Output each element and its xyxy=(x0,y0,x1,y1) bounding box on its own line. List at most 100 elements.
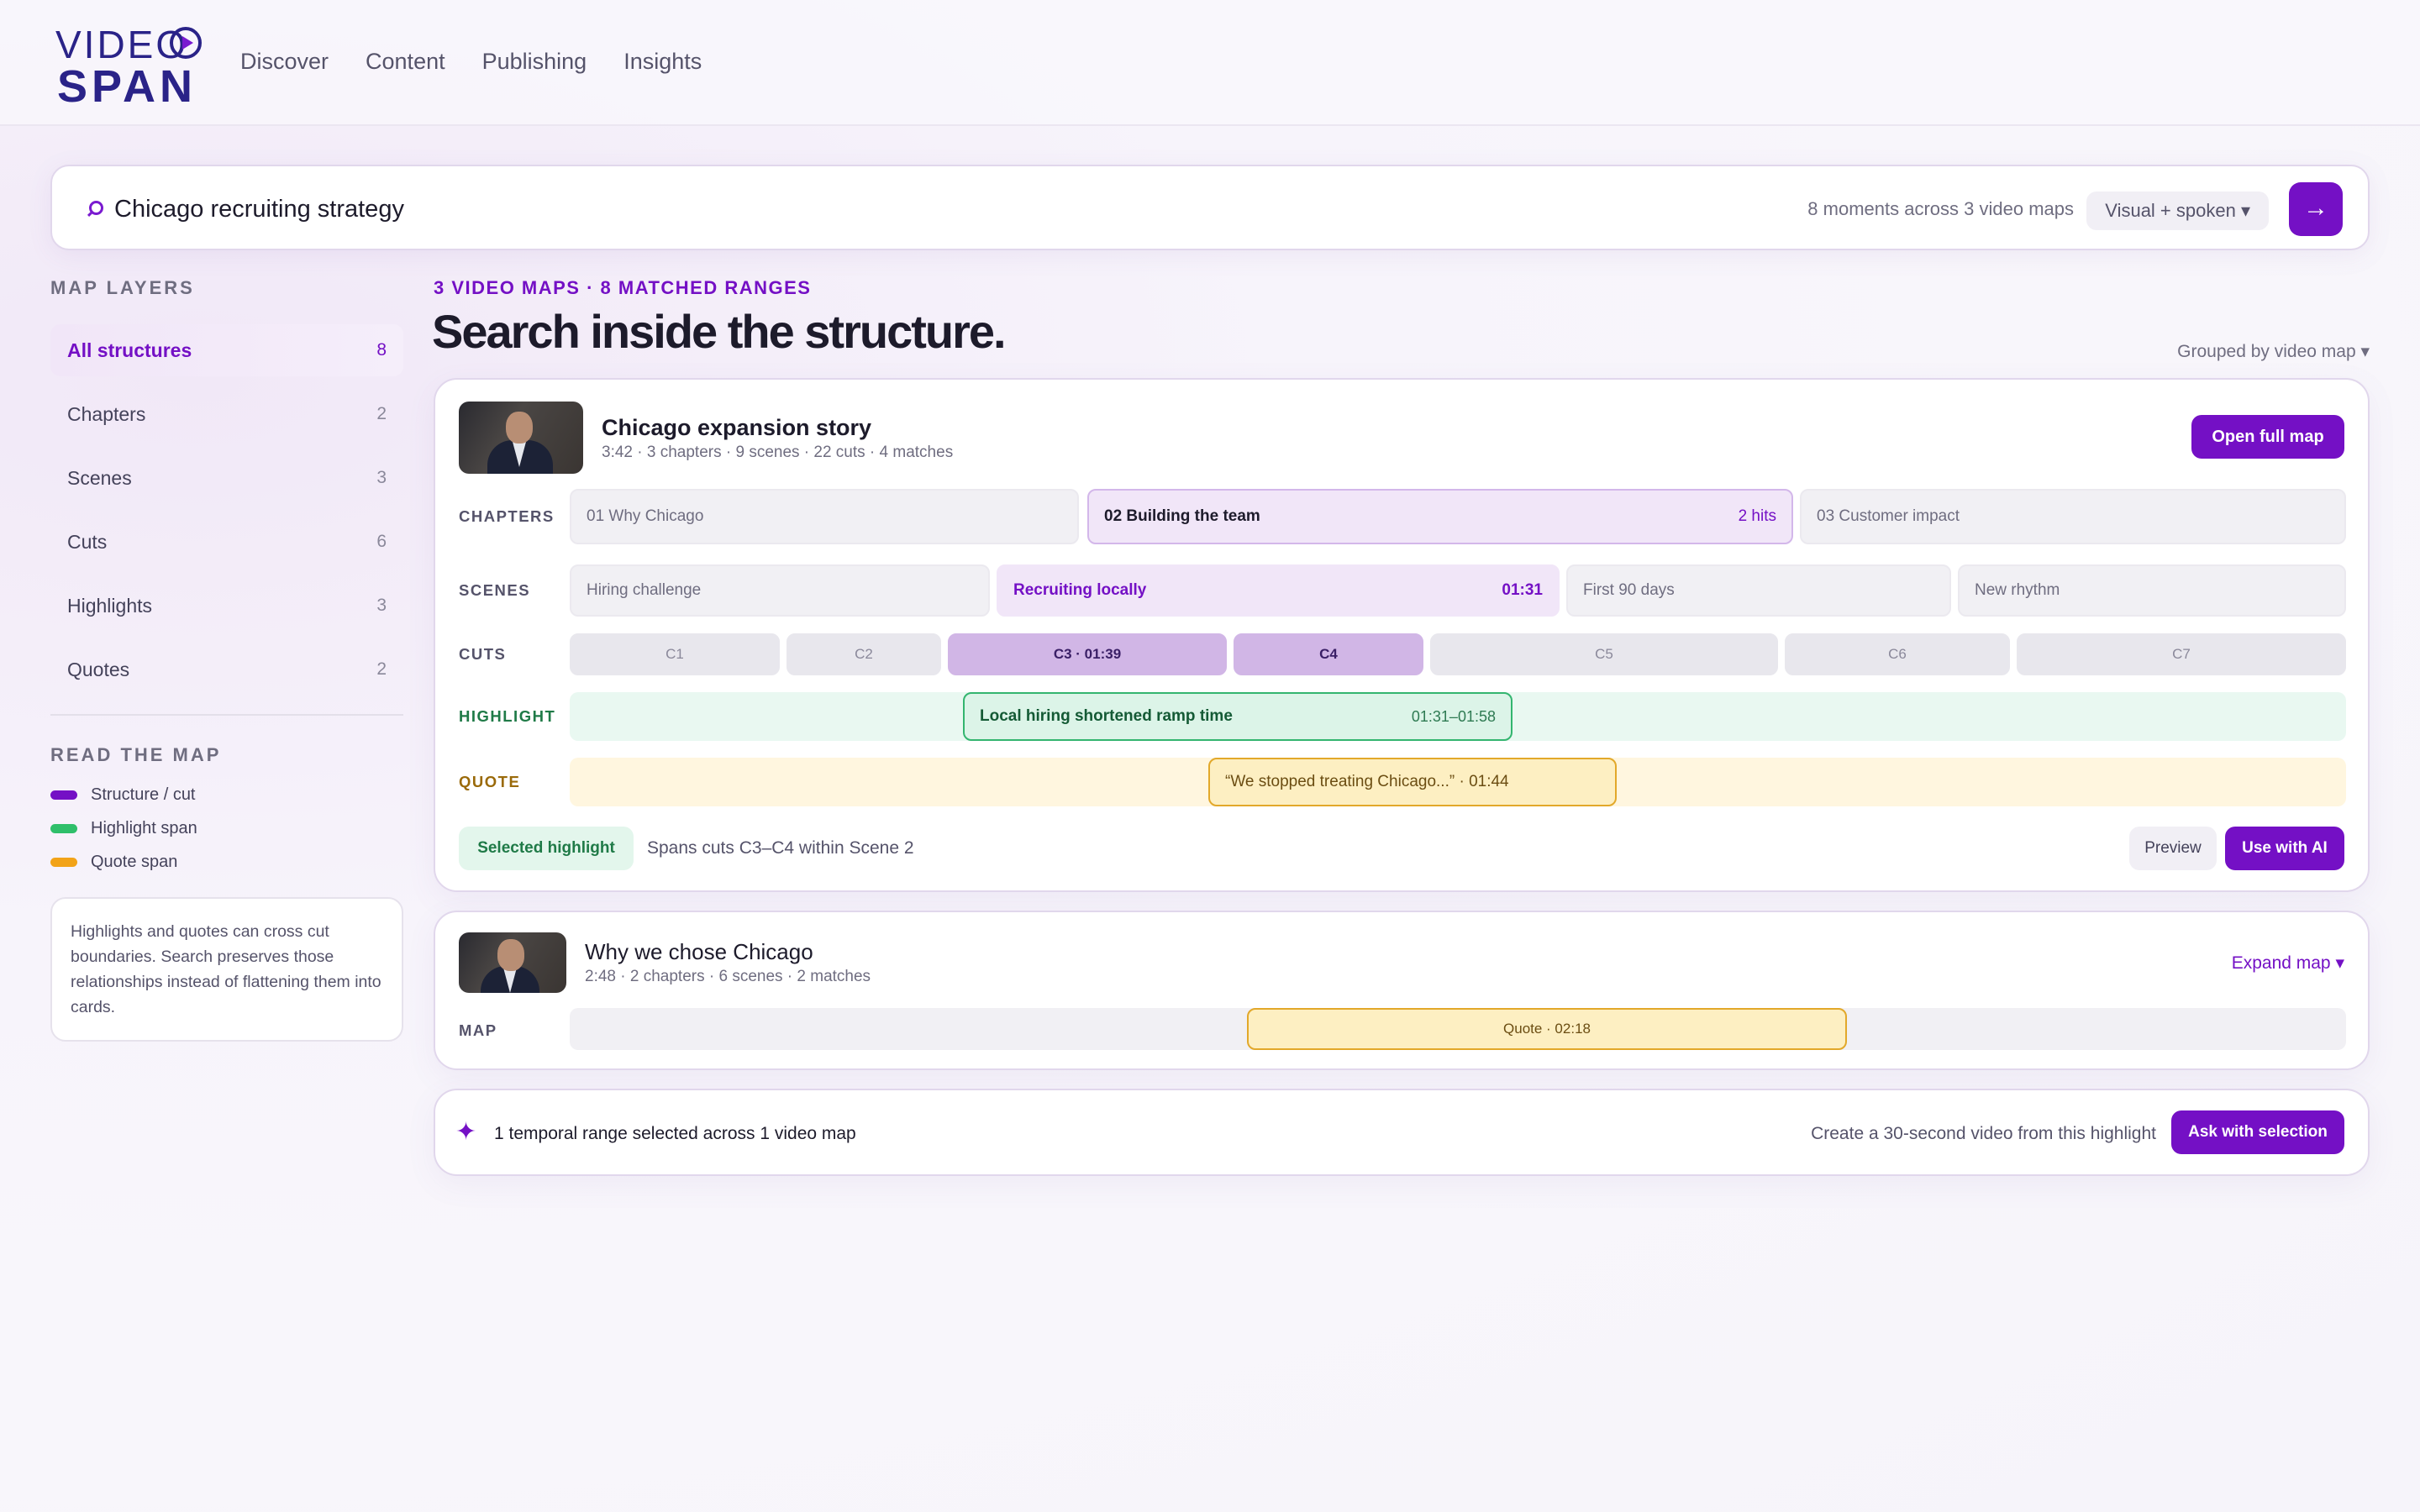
chapter-label: 03 Customer impact xyxy=(1817,507,1960,525)
scene-segment[interactable]: Hiring challenge xyxy=(570,564,990,617)
legend-structure: Structure / cut xyxy=(50,778,403,811)
chapter-segment[interactable]: 03 Customer impact xyxy=(1800,489,2346,544)
search-icon xyxy=(81,194,111,224)
layer-all-structures[interactable]: All structures 8 xyxy=(50,324,403,376)
play-icon xyxy=(170,27,202,59)
layer-label: All structures xyxy=(67,339,192,361)
selected-highlight-badge: Selected highlight xyxy=(459,827,634,870)
videospan-logo[interactable]: VIDEO SPAN xyxy=(55,22,207,112)
search-results-meta: 8 moments across 3 video maps xyxy=(1807,198,2074,219)
video-meta: 3:42 · 3 chapters · 9 scenes · 22 cuts ·… xyxy=(602,444,954,461)
quote-span[interactable]: Quote · 02:18 xyxy=(1247,1008,1847,1050)
layer-chapters[interactable]: Chapters 2 xyxy=(50,388,403,440)
cut-segment-matched[interactable]: C4 xyxy=(1234,633,1423,675)
row-label-quote: QUOTE xyxy=(459,773,521,790)
video-map-card-chicago-expansion: Chicago expansion story 3:42 · 3 chapter… xyxy=(434,378,2370,892)
video-thumbnail[interactable] xyxy=(459,932,566,993)
legend-highlight: Highlight span xyxy=(50,811,403,845)
cut-segment[interactable]: C5 xyxy=(1430,633,1778,675)
sidebar: MAP LAYERS All structures 8 Chapters 2 S… xyxy=(50,277,403,1042)
row-label-chapters: CHAPTERS xyxy=(459,507,555,525)
layer-count: 3 xyxy=(376,596,387,615)
layer-count: 3 xyxy=(376,468,387,487)
results-kicker: 3 VIDEO MAPS · 8 MATCHED RANGES xyxy=(434,277,812,298)
layer-count: 6 xyxy=(376,532,387,551)
scene-segment[interactable]: New rhythm xyxy=(1958,564,2346,617)
preview-button[interactable]: Preview xyxy=(2129,827,2217,870)
selection-action-bar: ✦ 1 temporal range selected across 1 vid… xyxy=(434,1089,2370,1176)
cut-segment[interactable]: C6 xyxy=(1785,633,2010,675)
nav-insights[interactable]: Insights xyxy=(623,49,702,75)
legend-quote: Quote span xyxy=(50,845,403,879)
layer-label: Highlights xyxy=(67,594,152,617)
top-header: VIDEO SPAN Discover Content Publishing I… xyxy=(0,0,2420,126)
selection-description: Spans cuts C3–C4 within Scene 2 xyxy=(647,838,914,858)
search-submit-button[interactable]: → xyxy=(2289,182,2343,236)
selection-summary: 1 temporal range selected across 1 video… xyxy=(494,1124,856,1143)
info-note: Highlights and quotes can cross cut boun… xyxy=(50,897,403,1042)
legend-label: Structure / cut xyxy=(91,785,196,804)
scene-label: First 90 days xyxy=(1583,581,1675,599)
scene-label: Hiring challenge xyxy=(587,581,702,599)
map-layers-title: MAP LAYERS xyxy=(50,277,195,298)
layer-count: 2 xyxy=(376,659,387,679)
thumbnail-face xyxy=(497,939,524,971)
chapter-label: 01 Why Chicago xyxy=(587,507,704,525)
cut-segment[interactable]: C7 xyxy=(2017,633,2346,675)
layer-label: Quotes xyxy=(67,658,130,680)
quote-span[interactable]: “We stopped treating Chicago...” · 01:44 xyxy=(1208,758,1617,806)
legend-swatch-purple xyxy=(50,790,77,800)
layer-quotes[interactable]: Quotes 2 xyxy=(50,643,403,696)
layer-scenes[interactable]: Scenes 3 xyxy=(50,452,403,504)
legend-label: Highlight span xyxy=(91,818,197,837)
video-thumbnail[interactable] xyxy=(459,402,583,474)
scene-segment[interactable]: First 90 days xyxy=(1566,564,1951,617)
nav-publishing[interactable]: Publishing xyxy=(482,49,587,75)
grouping-dropdown[interactable]: Grouped by video map ▾ xyxy=(2177,341,2370,362)
search-mode-dropdown[interactable]: Visual + spoken ▾ xyxy=(2086,192,2269,230)
nav-discover[interactable]: Discover xyxy=(240,49,329,75)
video-title[interactable]: Chicago expansion story xyxy=(602,415,871,441)
highlight-label: Local hiring shortened ramp time xyxy=(980,707,1233,725)
cut-segment[interactable]: C2 xyxy=(786,633,941,675)
legend-swatch-green xyxy=(50,823,77,833)
main-nav: Discover Content Publishing Insights xyxy=(240,49,702,75)
sparkle-icon: ✦ xyxy=(455,1118,477,1146)
use-with-ai-button[interactable]: Use with AI xyxy=(2225,827,2344,870)
logo-line-2: SPAN xyxy=(57,61,197,112)
legend-label: Quote span xyxy=(91,852,178,871)
layer-label: Chapters xyxy=(67,402,146,425)
chapter-hits-badge: 2 hits xyxy=(1738,507,1776,525)
nav-content[interactable]: Content xyxy=(366,49,445,75)
video-title[interactable]: Why we chose Chicago xyxy=(585,939,813,965)
chapter-segment-matched[interactable]: 02 Building the team 2 hits xyxy=(1087,489,1793,544)
read-the-map-title: READ THE MAP xyxy=(50,744,222,765)
row-label-map: MAP xyxy=(459,1021,497,1039)
cut-segment-matched[interactable]: C3 · 01:39 xyxy=(948,633,1227,675)
cut-segment[interactable]: C1 xyxy=(570,633,780,675)
layer-cuts[interactable]: Cuts 6 xyxy=(50,516,403,568)
chapter-segment[interactable]: 01 Why Chicago xyxy=(570,489,1079,544)
layer-highlights[interactable]: Highlights 3 xyxy=(50,580,403,632)
sidebar-divider xyxy=(50,714,403,716)
video-map-card-why-chicago: Why we chose Chicago 2:48 · 2 chapters ·… xyxy=(434,911,2370,1070)
chapter-label: 02 Building the team xyxy=(1104,507,1260,525)
legend-swatch-orange xyxy=(50,857,77,867)
layer-count: 8 xyxy=(376,340,387,360)
row-label-scenes: SCENES xyxy=(459,581,531,599)
layer-count: 2 xyxy=(376,404,387,423)
expand-map-dropdown[interactable]: Expand map ▾ xyxy=(2232,953,2344,974)
row-label-highlight: HIGHLIGHT xyxy=(459,707,556,725)
open-full-map-button[interactable]: Open full map xyxy=(2191,415,2344,459)
scene-label: Recruiting locally xyxy=(1013,581,1147,599)
scene-label: New rhythm xyxy=(1975,581,2060,599)
search-bar: 8 moments across 3 video maps Visual + s… xyxy=(50,165,2370,250)
highlight-span[interactable]: Local hiring shortened ramp time 01:31–0… xyxy=(963,692,1512,741)
scene-time: 01:31 xyxy=(1502,581,1543,599)
video-meta: 2:48 · 2 chapters · 6 scenes · 2 matches xyxy=(585,968,871,985)
ai-prompt-hint: Create a 30-second video from this highl… xyxy=(1811,1124,2156,1143)
page-title: Search inside the structure. xyxy=(432,305,1007,358)
scene-segment-matched[interactable]: Recruiting locally 01:31 xyxy=(997,564,1560,617)
search-input[interactable] xyxy=(114,188,1291,230)
ask-with-selection-button[interactable]: Ask with selection xyxy=(2171,1110,2344,1154)
